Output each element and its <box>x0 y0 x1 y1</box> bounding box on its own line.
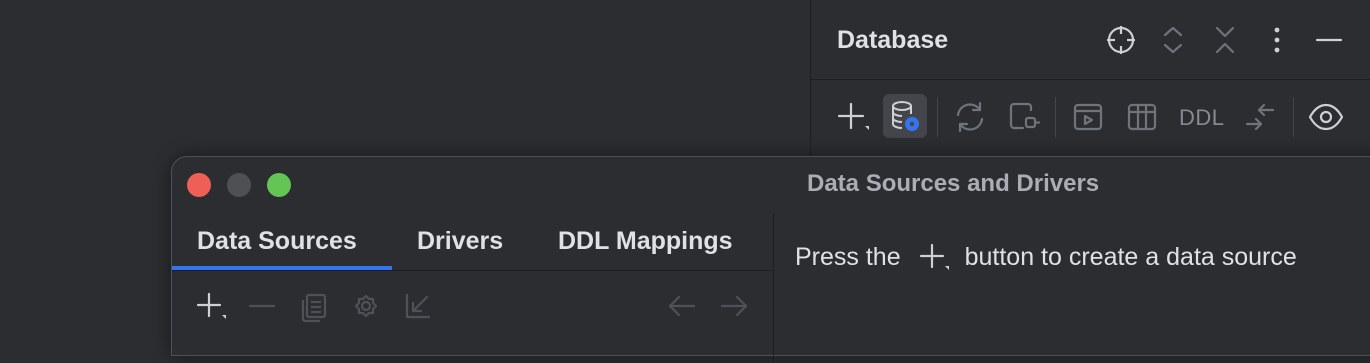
add-icon <box>913 237 953 277</box>
database-header: Database <box>811 0 1370 80</box>
remove-icon[interactable] <box>242 286 282 326</box>
eye-icon[interactable] <box>1305 96 1347 138</box>
console-icon[interactable] <box>1067 96 1109 138</box>
collapse-all-icon[interactable] <box>1209 24 1241 56</box>
disconnect-icon[interactable] <box>1003 96 1045 138</box>
add-icon[interactable] <box>831 96 873 138</box>
database-title: Database <box>837 26 949 54</box>
data-source-properties-icon <box>892 101 919 131</box>
dialog-title: Data Sources and Drivers <box>807 170 1100 197</box>
minimize-window-button[interactable] <box>227 173 251 197</box>
minimize-icon[interactable] <box>1313 24 1345 56</box>
data-sources-dialog: Data Sources and Drivers Data Sources Dr… <box>171 156 1370 363</box>
data-source-properties-button[interactable] <box>883 94 927 138</box>
copy-icon[interactable] <box>294 286 334 326</box>
refresh-icon[interactable] <box>949 96 991 138</box>
jump-to-icon[interactable] <box>1239 96 1281 138</box>
more-vertical-icon[interactable] <box>1261 24 1293 56</box>
empty-state-message: Press the button to create a data source <box>795 240 1297 274</box>
empty-state-text-after: button to create a data source <box>964 242 1297 271</box>
close-window-button[interactable] <box>187 173 211 197</box>
import-icon[interactable] <box>398 286 438 326</box>
forward-arrow-icon[interactable] <box>714 286 754 326</box>
toolbar-separator <box>937 97 938 137</box>
toolbar-separator <box>1055 97 1056 137</box>
tab-ddl-mappings[interactable]: DDL Mappings <box>558 227 733 256</box>
ddl-button[interactable]: DDL <box>1179 105 1225 131</box>
add-icon[interactable] <box>190 286 230 326</box>
panel-splitter[interactable] <box>773 213 774 363</box>
zoom-window-button[interactable] <box>267 173 291 197</box>
expand-all-icon[interactable] <box>1157 24 1189 56</box>
settings-icon[interactable] <box>346 286 386 326</box>
database-toolbar: DDL <box>811 81 1370 153</box>
table-icon[interactable] <box>1121 96 1163 138</box>
tab-drivers[interactable]: Drivers <box>417 227 503 256</box>
empty-state-text-before: Press the <box>795 242 901 271</box>
tab-data-sources[interactable]: Data Sources <box>197 227 357 256</box>
tabs-divider <box>172 270 774 271</box>
crosshair-icon[interactable] <box>1105 24 1137 56</box>
toolbar-separator <box>1293 97 1294 137</box>
back-arrow-icon[interactable] <box>662 286 702 326</box>
